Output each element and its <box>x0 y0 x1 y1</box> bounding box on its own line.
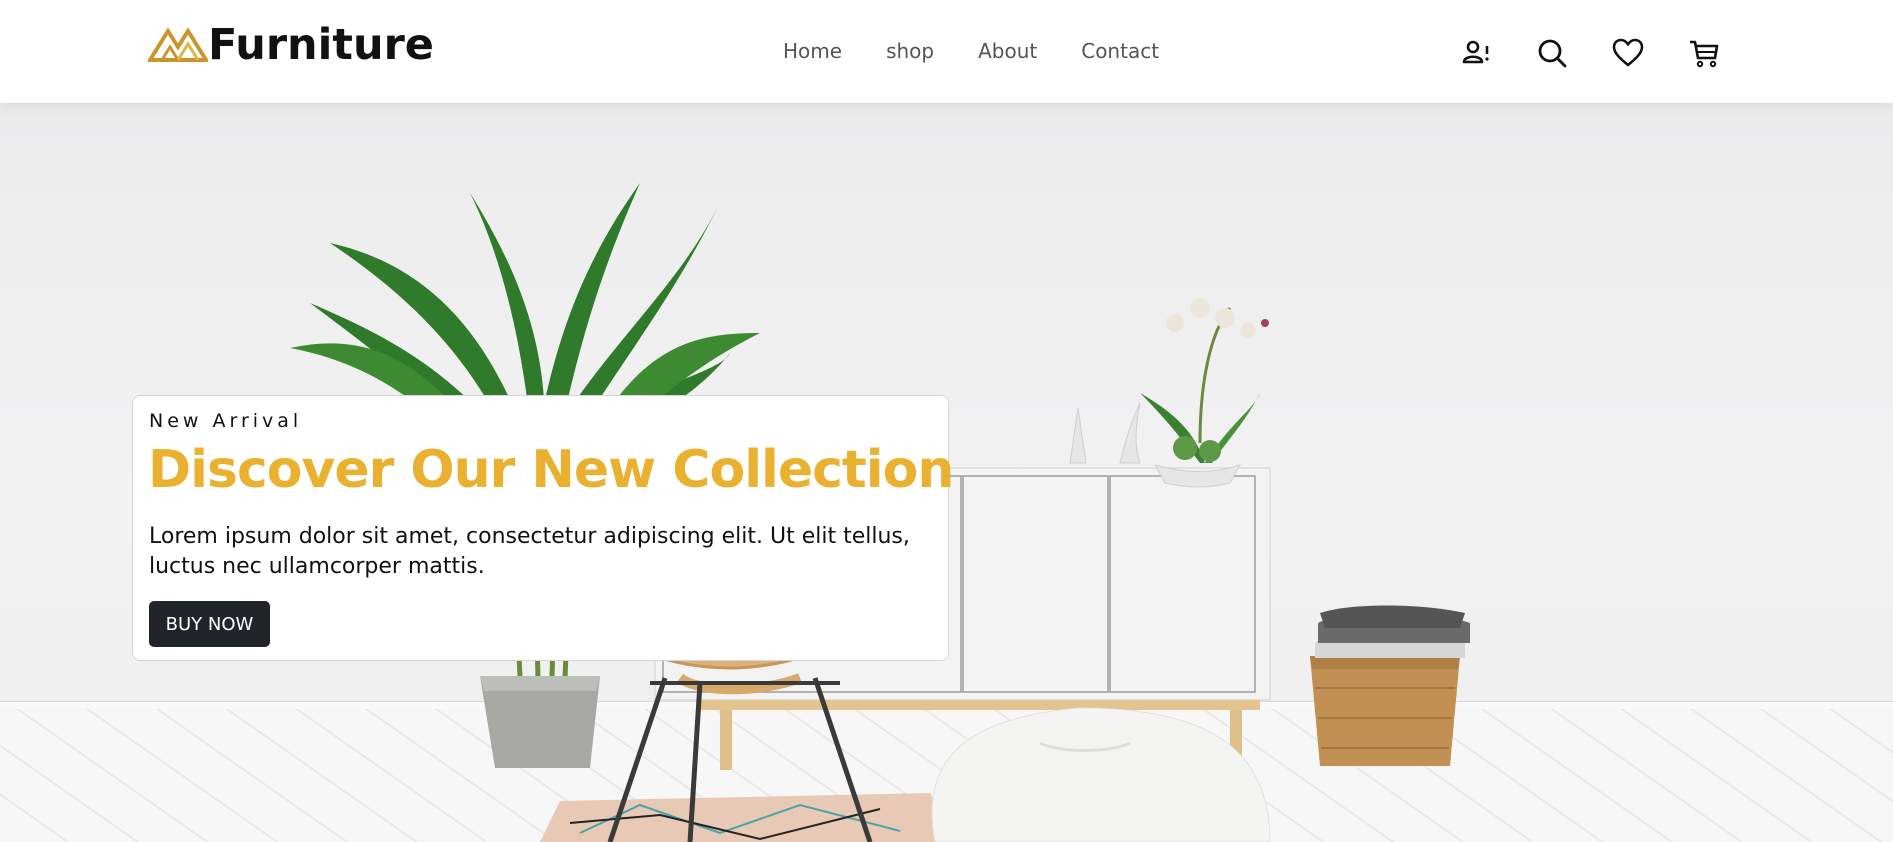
search-icon <box>1538 39 1567 68</box>
basket <box>1310 605 1470 766</box>
hero-section: New Arrival Discover Our New Collection … <box>0 103 1893 842</box>
cart-button[interactable] <box>1686 35 1722 71</box>
nav-home[interactable]: Home <box>783 38 842 64</box>
pouf <box>931 707 1271 842</box>
hero-description: Lorem ipsum dolor sit amet, consectetur … <box>149 524 910 579</box>
hero-eyebrow: New Arrival <box>149 410 303 432</box>
orchid-plant <box>1140 298 1269 488</box>
hero-headline: Discover Our New Collection <box>148 440 954 500</box>
cart-icon <box>1690 40 1719 68</box>
brand-logo[interactable]: Furniture <box>148 22 434 68</box>
nav-contact[interactable]: Contact <box>1081 38 1159 64</box>
nav-about[interactable]: About <box>978 38 1037 64</box>
decor-figurine <box>1069 407 1087 464</box>
buy-now-button[interactable]: BUY NOW <box>149 601 270 647</box>
site-header: Furniture Home shop About Contact <box>0 0 1893 103</box>
heart-icon <box>1612 38 1644 67</box>
main-nav: Home shop About Contact <box>783 38 1203 64</box>
search-button[interactable] <box>1534 35 1570 71</box>
header-actions <box>1458 35 1762 71</box>
brand-name: Furniture <box>208 20 434 70</box>
logo-mark-icon <box>148 27 208 62</box>
account-button[interactable] <box>1458 35 1494 71</box>
nav-shop[interactable]: shop <box>886 38 934 64</box>
rug <box>540 793 960 842</box>
user-icon <box>1462 40 1489 64</box>
wishlist-button[interactable] <box>1610 35 1646 71</box>
promo-card: New Arrival Discover Our New Collection … <box>132 395 954 661</box>
